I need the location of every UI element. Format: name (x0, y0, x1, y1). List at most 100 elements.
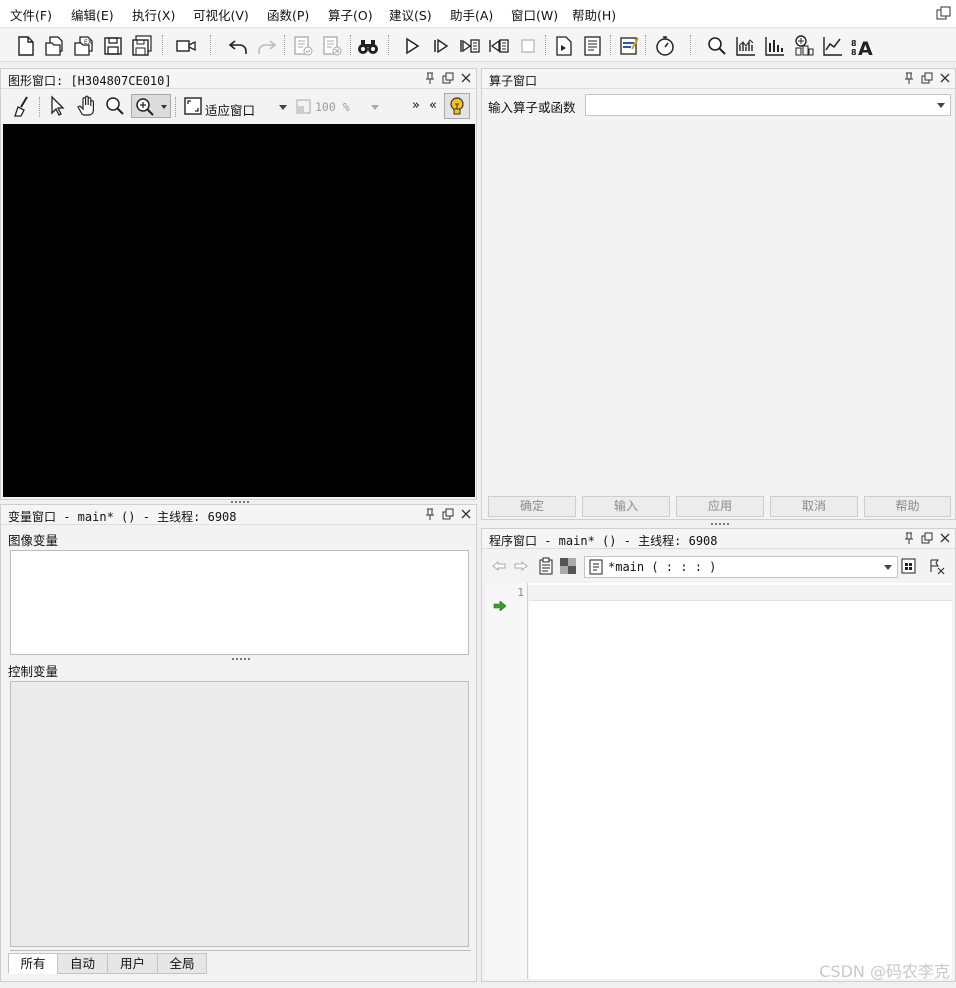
zoom-value[interactable]: 100 % (315, 100, 350, 114)
profiler-icon[interactable] (653, 34, 677, 58)
variable-window: 变量窗口 - main* () - 主线程: 6908 图像变量 控制变量 (0, 504, 477, 982)
pin-icon[interactable] (903, 71, 915, 85)
menu-edit[interactable]: 编辑(E) (71, 5, 114, 24)
splitter-handle[interactable] (232, 658, 250, 660)
close-icon[interactable] (460, 507, 472, 521)
program-window-title-bar: 程序窗口 - main* () - 主线程: 6908 (482, 529, 955, 549)
assistant-icon[interactable] (618, 34, 642, 58)
chevron-down-icon[interactable] (937, 103, 945, 108)
zoom-in-icon[interactable] (131, 94, 171, 118)
find-icon[interactable] (356, 34, 380, 58)
back-arrow-icon[interactable] (491, 559, 507, 573)
open-example-icon[interactable]: EX (72, 34, 96, 58)
pan-hand-icon[interactable] (74, 94, 98, 118)
stop-icon[interactable] (516, 34, 540, 58)
menu-suggestions[interactable]: 建议(S) (389, 5, 432, 24)
pointer-icon[interactable] (45, 94, 69, 118)
ocr-icon[interactable]: 88A (850, 34, 874, 60)
forward-arrow-icon[interactable] (513, 559, 529, 573)
activate-icon[interactable] (291, 34, 315, 58)
record-icon[interactable] (174, 34, 198, 58)
save-icon[interactable] (101, 34, 125, 58)
pin-icon[interactable] (424, 71, 436, 85)
procedure-manager-icon[interactable] (900, 557, 918, 575)
feature-inspection-icon[interactable] (792, 34, 816, 58)
close-icon[interactable] (939, 531, 951, 545)
image-variables-label: 图像变量 (8, 533, 59, 548)
gray-histogram-icon[interactable] (821, 34, 845, 58)
procedure-select[interactable]: *main ( : : : ) (584, 556, 898, 578)
graphics-window: 图形窗口: [H304807CE010] 适应窗口 100 % » « (0, 68, 477, 500)
menu-execute[interactable]: 执行(X) (132, 5, 175, 24)
toolbar-separator (162, 35, 164, 55)
line-profile-icon[interactable] (763, 34, 787, 58)
tab-user[interactable]: 用户 (107, 953, 158, 974)
operator-window-title: 算子窗口 (489, 74, 538, 88)
cancel-button[interactable]: 取消 (770, 496, 858, 517)
undo-icon[interactable] (226, 34, 250, 58)
open-file-icon[interactable] (43, 34, 67, 58)
svg-text:8: 8 (851, 39, 857, 48)
menu-assistants[interactable]: 助手(A) (450, 5, 493, 24)
float-icon[interactable] (921, 71, 933, 85)
fit-window-dropdown-icon[interactable] (279, 105, 287, 110)
fit-window-icon[interactable] (181, 94, 205, 118)
line-number-gutter[interactable]: 1 (486, 583, 528, 979)
run-icon[interactable] (400, 34, 424, 58)
magnify-icon[interactable] (103, 94, 127, 118)
procedure-icon[interactable] (581, 34, 605, 58)
procedure-select-value[interactable]: *main ( : : : ) (608, 560, 716, 574)
toolbar-separator (388, 35, 390, 55)
program-counter-arrow-icon (493, 600, 507, 612)
menu-procedures[interactable]: 函数(P) (267, 5, 309, 24)
menu-help[interactable]: 帮助(H) (572, 5, 616, 24)
ok-button[interactable]: 确定 (488, 496, 576, 517)
splitter-handle[interactable] (711, 523, 729, 525)
tab-auto[interactable]: 自动 (57, 953, 108, 974)
chevron-down-icon[interactable] (884, 565, 892, 570)
insert-code-icon[interactable] (552, 34, 576, 58)
help-button[interactable]: 帮助 (864, 496, 951, 517)
tab-global[interactable]: 全局 (157, 953, 207, 974)
image-variables-list[interactable] (10, 550, 469, 655)
float-icon[interactable] (442, 507, 454, 521)
zoom-dropdown-icon[interactable] (371, 105, 379, 110)
clear-breakpoints-icon[interactable] (928, 557, 946, 575)
clear-window-icon[interactable] (11, 94, 35, 118)
histogram-icon[interactable] (734, 34, 758, 58)
float-icon[interactable] (921, 531, 933, 545)
apply-button[interactable]: 应用 (676, 496, 764, 517)
grid-view-icon[interactable] (560, 558, 576, 574)
step-over-icon[interactable] (429, 34, 453, 58)
fit-window-label[interactable]: 适应窗口 (205, 100, 255, 119)
pin-icon[interactable] (903, 531, 915, 545)
menu-visualization[interactable]: 可视化(V) (193, 5, 249, 24)
program-editor[interactable] (529, 583, 952, 979)
redo-icon[interactable] (255, 34, 279, 58)
clipboard-icon[interactable] (537, 557, 555, 575)
toolbar-separator (645, 35, 647, 55)
zoom-icon[interactable] (705, 34, 729, 58)
control-variables-list[interactable] (10, 681, 469, 947)
restore-layout-icon[interactable] (936, 6, 952, 20)
new-file-icon[interactable] (14, 34, 38, 58)
menu-file[interactable]: 文件(F) (10, 5, 52, 24)
close-icon[interactable] (460, 71, 472, 85)
lightbulb-icon[interactable] (444, 93, 470, 119)
deactivate-icon[interactable] (320, 34, 344, 58)
step-out-icon[interactable] (487, 34, 511, 58)
graphics-canvas[interactable] (3, 124, 475, 497)
step-into-icon[interactable] (458, 34, 482, 58)
menu-window[interactable]: 窗口(W) (511, 5, 558, 24)
more-tools-right[interactable]: « (429, 98, 437, 113)
splitter-handle[interactable] (231, 501, 249, 503)
close-icon[interactable] (939, 71, 951, 85)
pin-icon[interactable] (424, 507, 436, 521)
tab-all[interactable]: 所有 (8, 953, 58, 974)
save-all-icon[interactable] (130, 34, 154, 58)
operator-search-combo[interactable] (585, 94, 951, 116)
menu-operators[interactable]: 算子(O) (328, 5, 373, 24)
more-tools-left[interactable]: » (412, 98, 420, 113)
float-icon[interactable] (442, 71, 454, 85)
enter-button[interactable]: 输入 (582, 496, 670, 517)
